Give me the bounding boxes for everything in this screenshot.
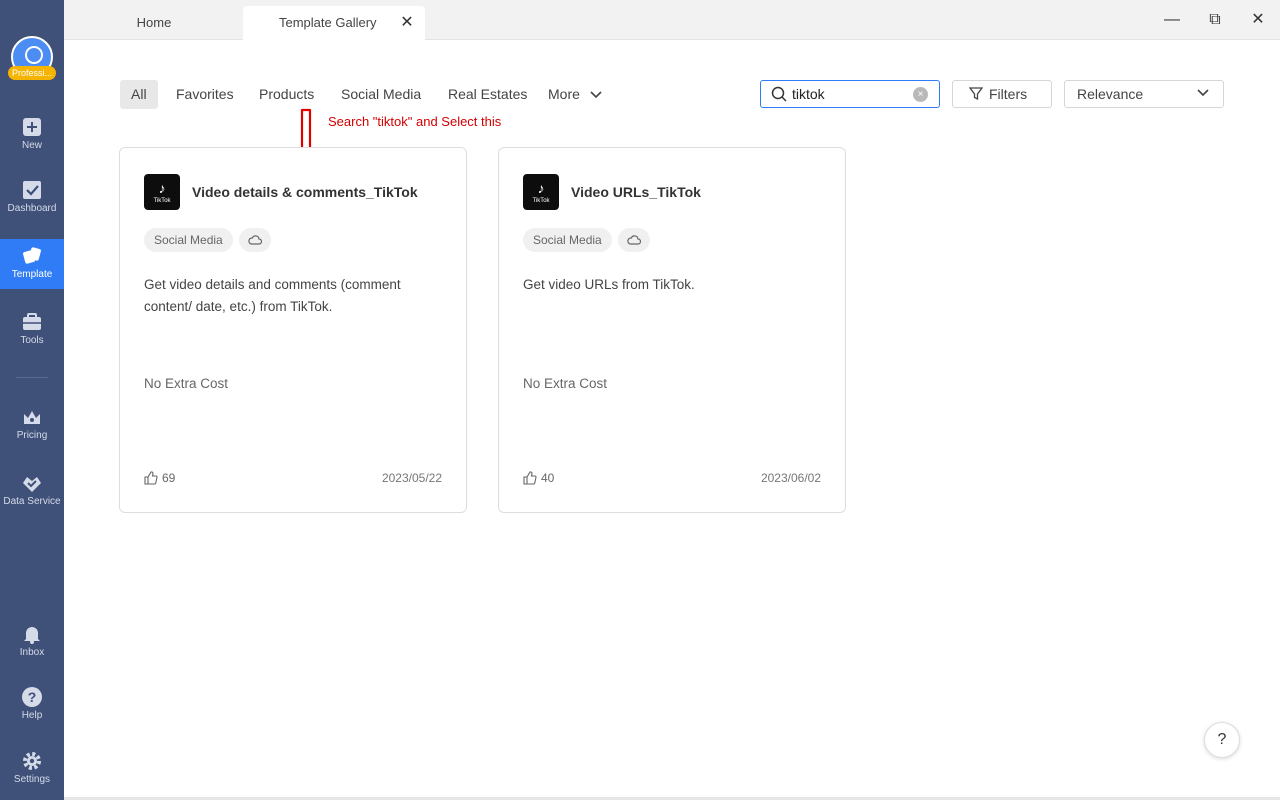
music-note-icon: ♪ (537, 180, 545, 196)
likes-value: 69 (162, 471, 176, 485)
sidebar-item-new[interactable]: New (0, 116, 64, 168)
tiktok-logo-icon: ♪ TikTok (523, 174, 559, 210)
template-card[interactable]: ♪ TikTok Video details & comments_TikTok… (119, 147, 467, 513)
sidebar-item-settings[interactable]: Settings (0, 750, 64, 802)
cloud-icon (248, 235, 262, 245)
user-avatar[interactable]: Professi... (8, 36, 56, 84)
thumbs-up-icon (523, 471, 537, 485)
sidebar-item-template[interactable]: Template (0, 239, 64, 289)
sort-selected-value: Relevance (1077, 86, 1144, 102)
filters-label: Filters (989, 86, 1028, 102)
sort-select[interactable]: Relevance (1064, 80, 1224, 108)
sidebar: Professi... New Dashboard Template Tools… (0, 0, 64, 800)
filters-button[interactable]: Filters (952, 80, 1052, 108)
logo-text: TikTok (153, 198, 171, 204)
thumbs-up-icon (144, 471, 158, 485)
annotation-text: Search "tiktok" and Select this (328, 114, 502, 129)
category-social-media[interactable]: Social Media (333, 80, 429, 109)
title-bar: Home Template Gallery ✕ — ⧉ ✕ (64, 0, 1280, 40)
category-favorites[interactable]: Favorites (168, 80, 242, 109)
card-title: Video details & comments_TikTok (192, 184, 418, 200)
bell-icon (24, 627, 40, 644)
sidebar-item-label: Template (11, 269, 53, 280)
category-more-label: More (548, 86, 580, 102)
category-tag: Social Media (523, 228, 612, 252)
category-more[interactable]: More (540, 80, 610, 109)
sidebar-item-label: Inbox (19, 647, 45, 658)
sidebar-item-label: Settings (13, 774, 51, 785)
sidebar-item-label: Tools (20, 335, 44, 346)
card-cost: No Extra Cost (523, 376, 608, 391)
category-all[interactable]: All (120, 80, 158, 109)
template-card[interactable]: ♪ TikTok Video URLs_TikTok Social Media … (498, 147, 846, 513)
close-window-button[interactable]: ✕ (1246, 8, 1270, 32)
category-real-estates[interactable]: Real Estates (440, 80, 535, 109)
question-icon: ? (22, 687, 42, 707)
cloud-tag (239, 228, 271, 252)
crown-icon (24, 411, 40, 424)
likes-value: 40 (541, 471, 555, 485)
sidebar-item-label: Data Service (3, 496, 61, 507)
sidebar-item-label: Pricing (16, 430, 48, 441)
search-input[interactable] (792, 84, 912, 104)
checklist-icon (23, 181, 41, 199)
clear-search-icon[interactable]: × (913, 87, 928, 102)
restore-button[interactable]: ⧉ (1203, 8, 1227, 32)
tab-label: Template Gallery (279, 15, 377, 30)
card-description: Get video details and comments (comment … (144, 277, 401, 314)
card-description: Get video URLs from TikTok. (523, 277, 695, 292)
music-note-icon: ♪ (158, 180, 166, 196)
category-tag: Social Media (144, 228, 233, 252)
tab-template-gallery[interactable]: Template Gallery ✕ (243, 6, 425, 40)
search-box: × (760, 80, 940, 108)
svg-text:?: ? (28, 689, 37, 705)
sidebar-item-label: Dashboard (7, 203, 57, 214)
sidebar-item-inbox[interactable]: Inbox (0, 623, 64, 675)
filter-icon (969, 87, 983, 101)
tiktok-logo-icon: ♪ TikTok (144, 174, 180, 210)
card-cost: No Extra Cost (144, 376, 229, 391)
sidebar-item-pricing[interactable]: Pricing (0, 406, 64, 458)
sidebar-item-help[interactable]: ? Help (0, 686, 64, 738)
tab-home[interactable]: Home (114, 6, 194, 40)
template-icon (23, 247, 41, 264)
logo-text: TikTok (532, 198, 550, 204)
minimize-button[interactable]: — (1160, 8, 1184, 32)
sidebar-item-tools[interactable]: Tools (0, 311, 64, 363)
sidebar-divider (16, 377, 48, 378)
sidebar-item-dashboard[interactable]: Dashboard (0, 179, 64, 231)
plan-badge: Professi... (8, 66, 56, 80)
toolbox-icon (23, 313, 41, 330)
cloud-tag (618, 228, 650, 252)
gear-icon (23, 752, 41, 770)
sidebar-item-label: Help (21, 710, 43, 721)
help-button[interactable]: ? (1204, 722, 1240, 758)
search-icon (771, 86, 787, 102)
card-date: 2023/06/02 (760, 471, 821, 485)
plus-square-icon (23, 118, 41, 136)
chevron-down-icon (1197, 89, 1209, 97)
sidebar-item-label: New (21, 140, 42, 151)
chevron-down-icon (590, 91, 602, 99)
card-date: 2023/05/22 (381, 471, 442, 485)
cloud-icon (627, 235, 641, 245)
sidebar-item-data-service[interactable]: Data Service (0, 472, 64, 524)
card-title: Video URLs_TikTok (571, 184, 701, 200)
heart-check-icon (23, 477, 41, 492)
tab-close-icon[interactable]: ✕ (397, 6, 417, 40)
category-products[interactable]: Products (251, 80, 322, 109)
